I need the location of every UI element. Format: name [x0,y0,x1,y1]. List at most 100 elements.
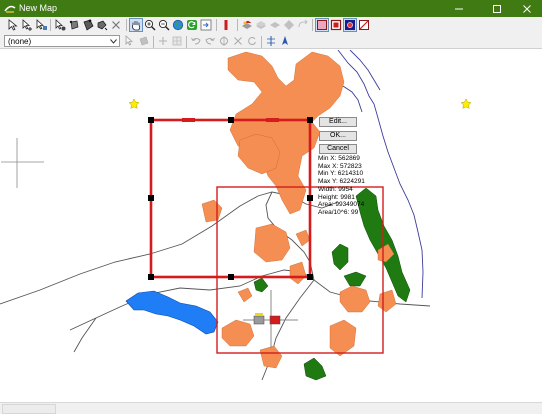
resize-handle[interactable] [228,117,234,123]
style-point-button[interactable] [343,18,357,32]
edit-node-button[interactable] [53,18,67,32]
diamond-arrow-icon [284,20,294,30]
zoom-in-icon [144,19,156,31]
table-icon [139,36,149,46]
layer-add-icon [242,20,252,29]
info-line: Height: 9981 [318,193,355,201]
undo-button[interactable] [189,34,203,48]
undo-link-button[interactable] [296,18,310,32]
point-style-icon [345,20,355,30]
dimension-icon [267,36,275,46]
map-canvas[interactable]: Edit... OK... Cancel Min X: 562869 Max X… [0,50,542,402]
star-marker-icon [460,98,472,109]
status-bar [0,402,542,414]
title-bar: New Map [0,0,542,17]
north-arrow-button[interactable] [278,34,292,48]
select-arrow-button[interactable] [6,18,20,32]
resize-handle[interactable] [148,117,154,123]
layer-stack-icon [256,21,266,29]
grid-icon [172,36,182,46]
hand-pan-icon [132,21,141,31]
maximize-icon [493,4,501,13]
resize-handle[interactable] [228,274,234,280]
resize-handle[interactable] [148,195,154,201]
map-view[interactable] [0,50,542,402]
zoom-full-button[interactable] [171,18,185,32]
red-marker-icon [224,20,228,30]
close-button[interactable] [512,0,542,17]
edit-vertex-button[interactable] [81,18,95,32]
info-line: Area/10^6: 99 [318,208,359,216]
tool-plus-button[interactable] [156,34,170,48]
tool-grid-button[interactable] [170,34,184,48]
shape-arrow-button[interactable] [282,18,296,32]
edit-shape-button[interactable] [67,18,81,32]
edit-move-button[interactable] [95,18,109,32]
layer-move-button[interactable] [268,18,282,32]
zoom-out-icon [158,19,170,31]
north-arrow-icon [282,36,288,45]
resize-handle[interactable] [307,195,313,201]
redo-button[interactable] [203,34,217,48]
info-line: Width: 9954 [318,185,353,193]
info-line: Max X: 572823 [318,162,362,170]
reload-icon [248,37,256,46]
zoom-in-button[interactable] [143,18,157,32]
ok-button[interactable]: OK... [319,131,357,141]
chevron-down-icon [109,37,118,46]
export-button[interactable] [199,18,213,32]
vertex-edit-icon [83,19,94,31]
no-style-icon [359,20,369,30]
delete-x-icon [112,21,120,29]
resize-handle[interactable] [148,274,154,280]
cursor-plus-icon [22,19,32,31]
cursor-arrow-icon [8,19,18,31]
refresh-button[interactable] [185,18,199,32]
pointer-edit-icon [125,35,134,46]
layer-down-icon [270,22,280,28]
rotate-button[interactable] [217,34,231,48]
fill-style-icon [317,20,327,30]
cursor-layer-icon [36,19,47,30]
cancel-edit-button[interactable] [231,34,245,48]
style-line-button[interactable] [329,18,343,32]
minimize-button[interactable] [444,0,474,17]
cancel-button[interactable]: Cancel [319,144,357,154]
style-none-button[interactable] [357,18,371,32]
edit-button[interactable]: Edit... [319,117,357,127]
select-layer-button[interactable] [34,18,48,32]
select-add-button[interactable] [20,18,34,32]
reload-button[interactable] [245,34,259,48]
secondary-toolbar: (none) [0,34,542,49]
resize-handle[interactable] [307,117,313,123]
marker-button[interactable] [219,18,233,32]
layer-remove-button[interactable] [254,18,268,32]
undo-icon [191,37,201,45]
crosshair-cursor [1,138,44,188]
refresh-icon [187,20,197,30]
tool-pointer-button[interactable] [123,34,137,48]
cancel-x-icon [234,37,242,45]
zoom-out-button[interactable] [157,18,171,32]
rotate-icon [220,36,228,46]
plus-icon [159,37,167,45]
export-icon [200,19,212,31]
layer-select[interactable]: (none) [4,35,120,47]
app-icon [4,5,16,13]
globe-icon [172,19,184,31]
tool-table-button[interactable] [137,34,151,48]
layer-select-value: (none) [8,37,32,46]
extent-info: Min X: 562869 Max X: 572823 Min Y: 62143… [318,155,366,217]
maximize-button[interactable] [482,0,512,17]
status-pane [2,404,56,414]
minimize-icon [455,8,463,9]
window-title: New Map [19,3,58,13]
resize-handle[interactable] [307,274,313,280]
dimension-button[interactable] [264,34,278,48]
layer-add-button[interactable] [240,18,254,32]
close-icon [523,4,531,13]
style-fill-button[interactable] [315,18,329,32]
info-line: Max Y: 6224291 [318,178,365,186]
pan-button[interactable] [129,18,143,32]
delete-button[interactable] [109,18,123,32]
